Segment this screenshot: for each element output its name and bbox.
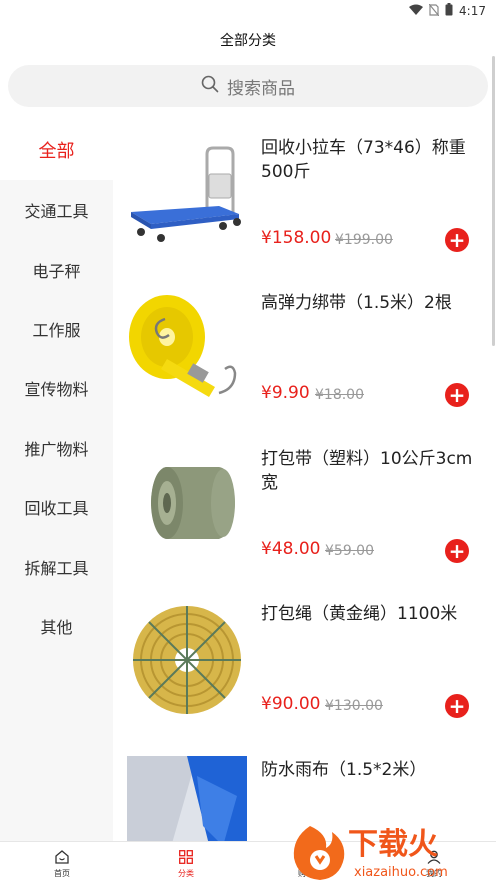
plus-icon: + [448, 228, 466, 252]
sidebar-item-recycling[interactable]: 回收工具 [0, 477, 113, 537]
plus-icon: + [448, 539, 466, 563]
home-icon [54, 849, 70, 866]
product-title[interactable]: 高弹力绑带（1.5米）2根 [261, 291, 489, 315]
add-to-cart-button[interactable]: + [445, 539, 469, 563]
sidebar-item-promotion[interactable]: 推广物料 [0, 418, 113, 478]
product-image-packing-strap-roll[interactable] [127, 445, 247, 565]
add-to-cart-button[interactable]: + [445, 228, 469, 252]
product-title[interactable]: 打包绳（黄金绳）1100米 [261, 602, 489, 626]
product-list: 回收小拉车（73*46）称重500斤 ¥158.00 ¥199.00 + 高弹力… [113, 120, 496, 841]
product-old-price: ¥59.00 [325, 543, 374, 559]
plus-icon: + [448, 694, 466, 718]
product-title[interactable]: 回收小拉车（73*46）称重500斤 [261, 136, 489, 184]
product-image-ratchet-strap[interactable] [127, 289, 247, 409]
tab-home[interactable]: 首页 [0, 846, 124, 882]
sidebar-item-publicity[interactable]: 宣传物料 [0, 358, 113, 418]
no-sim-icon [428, 3, 440, 19]
sidebar-item-dismantling[interactable]: 拆解工具 [0, 537, 113, 597]
scrollbar[interactable] [492, 56, 495, 346]
watermark-url: xiazaihuo.com [354, 865, 448, 880]
product-card[interactable]: 高弹力绑带（1.5米）2根 ¥9.90 ¥18.00 + [113, 275, 496, 430]
plus-icon: + [448, 383, 466, 407]
product-card[interactable]: 回收小拉车（73*46）称重500斤 ¥158.00 ¥199.00 + [113, 120, 496, 275]
product-price: ¥158.00 [261, 228, 332, 248]
search-placeholder: 搜索商品 [227, 78, 295, 99]
grid-icon [179, 849, 193, 866]
product-card[interactable]: 打包绳（黄金绳）1100米 ¥90.00 ¥130.00 + [113, 586, 496, 741]
product-image-gold-rope-coil[interactable] [127, 600, 247, 720]
product-image-tarp[interactable] [127, 756, 247, 841]
sidebar-item-transport[interactable]: 交通工具 [0, 180, 113, 240]
sidebar-item-all[interactable]: 全部 [0, 120, 113, 180]
product-title[interactable]: 打包带（塑料）10公斤3cm宽 [261, 447, 489, 495]
watermark-logo: 下载火 xiazaihuo.com [288, 818, 496, 883]
product-title[interactable]: 防水雨布（1.5*2米） [261, 758, 489, 782]
product-price: ¥48.00 [261, 539, 321, 559]
product-image-hand-truck[interactable] [127, 134, 247, 254]
wifi-icon [409, 4, 424, 19]
status-time: 4:17 [459, 4, 486, 18]
watermark-text: 下载火 [348, 827, 438, 862]
sidebar-item-scale[interactable]: 电子秤 [0, 240, 113, 300]
product-price: ¥90.00 [261, 694, 321, 714]
product-old-price: ¥130.00 [325, 698, 383, 714]
product-card[interactable]: 打包带（塑料）10公斤3cm宽 ¥48.00 ¥59.00 + [113, 431, 496, 586]
status-bar: 4:17 [0, 0, 496, 22]
tab-category[interactable]: 分类 [124, 846, 248, 882]
add-to-cart-button[interactable]: + [445, 694, 469, 718]
tab-label: 分类 [178, 868, 194, 878]
product-old-price: ¥18.00 [315, 387, 364, 403]
product-price: ¥9.90 [261, 383, 310, 403]
battery-icon [445, 3, 453, 19]
product-old-price: ¥199.00 [335, 232, 393, 248]
page-title: 全部分类 [220, 33, 276, 49]
sidebar-item-workwear[interactable]: 工作服 [0, 299, 113, 359]
category-sidebar: 全部 交通工具 电子秤 工作服 宣传物料 推广物料 回收工具 拆解工具 其他 [0, 120, 113, 841]
tab-label: 首页 [54, 868, 70, 878]
add-to-cart-button[interactable]: + [445, 383, 469, 407]
search-icon [201, 75, 219, 98]
search-bar[interactable]: 搜索商品 [8, 65, 488, 107]
sidebar-item-other[interactable]: 其他 [0, 596, 113, 656]
